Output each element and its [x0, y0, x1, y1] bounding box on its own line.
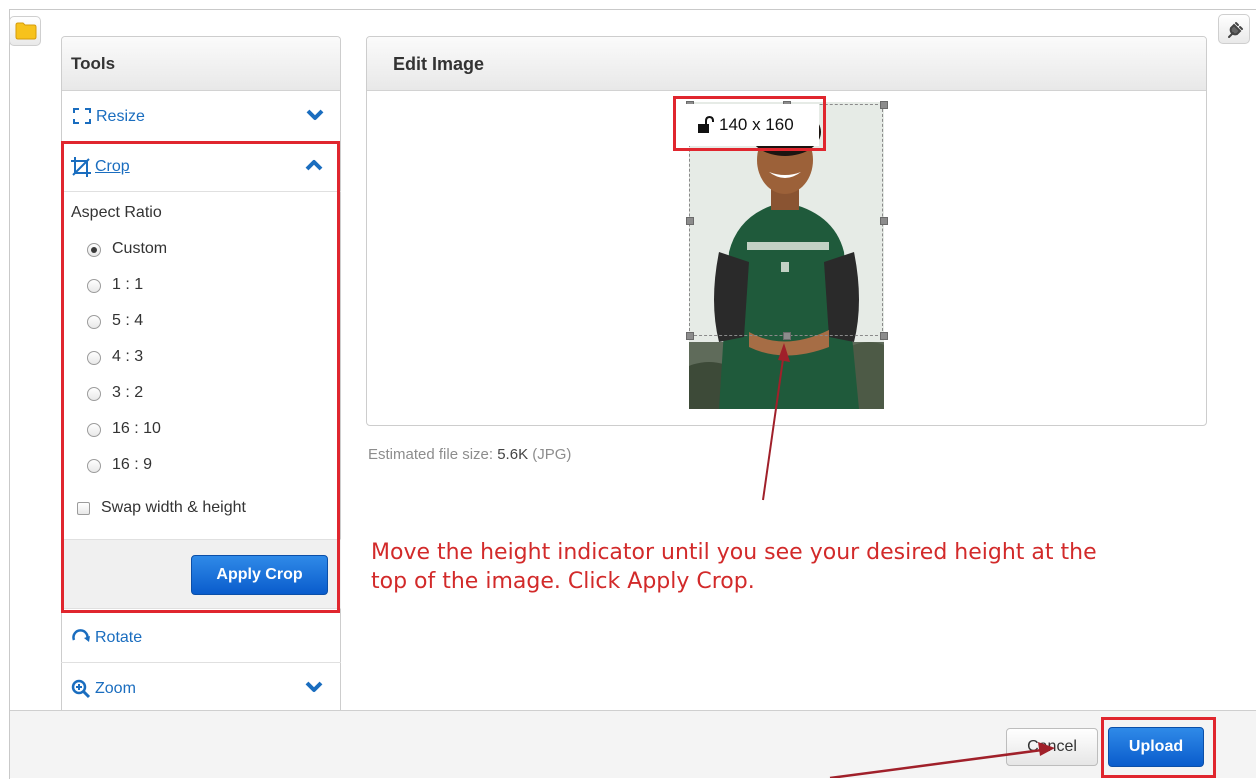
annotation-arrows	[762, 343, 1055, 778]
